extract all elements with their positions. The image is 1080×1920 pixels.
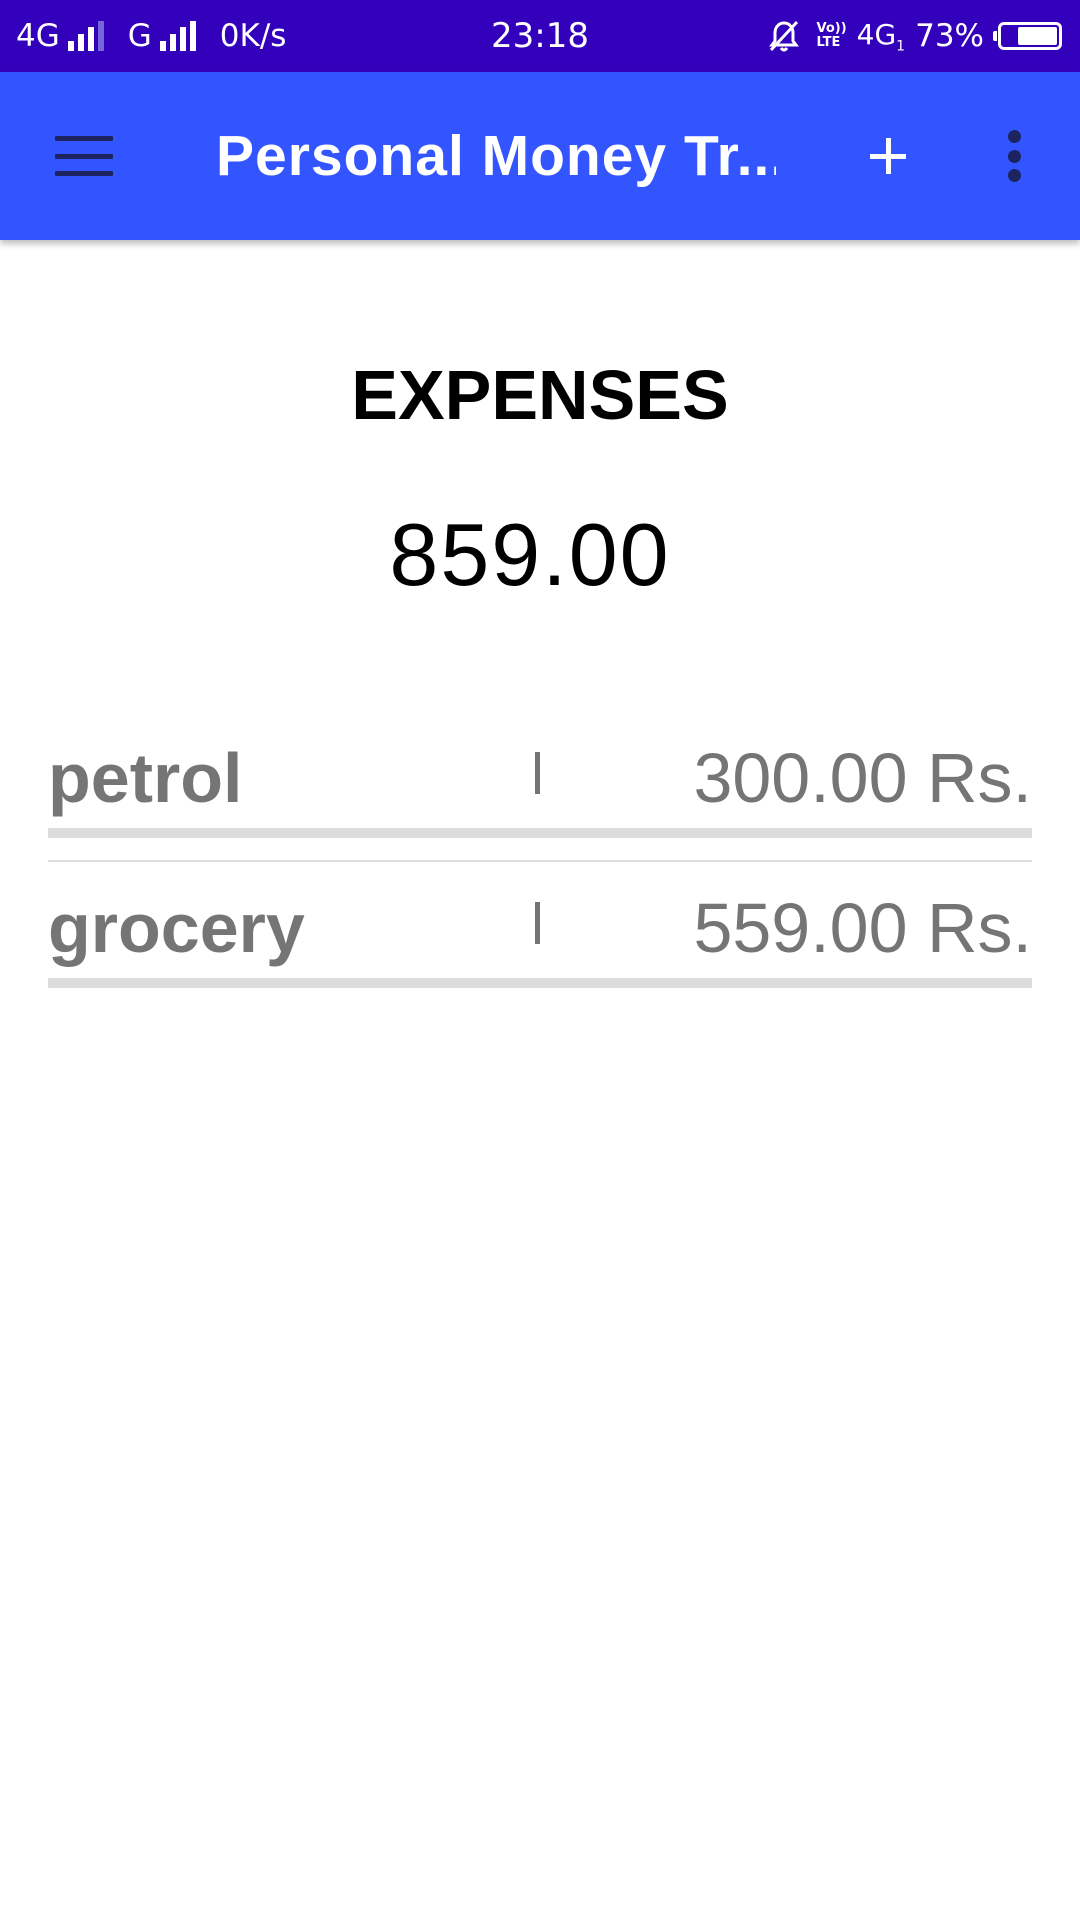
list-item[interactable]: petrol 300.00 Rs. [48,712,1032,860]
expense-amount: 300.00 Rs. [693,739,1032,817]
expense-amount: 559.00 Rs. [693,889,1032,967]
expense-list: petrol 300.00 Rs. grocery 559.00 Rs. [48,712,1032,1010]
hamburger-icon [55,136,113,176]
bell-off-icon [769,20,800,52]
plus-icon [870,138,906,174]
volte-top: Vo)) [816,21,847,36]
expense-name: grocery [48,889,305,967]
volte-icon: Vo)) LTE [816,22,846,50]
status-bar: 4G G 0K/s 23:18 Vo)) LTE 4G1 73% [0,0,1080,72]
volte-bottom: LTE [816,35,841,50]
app-title: Personal Money Tr... [216,124,776,188]
row-underline [48,828,1032,838]
battery-icon [993,22,1062,50]
battery-fill [1018,27,1057,45]
network-4g-sub: 1 [896,38,906,55]
battery-percent: 73% [915,18,984,54]
row-separator [535,902,540,944]
overflow-icon [1007,130,1021,182]
network-4g-icon: 4G1 [857,18,905,55]
expense-name: petrol [48,739,243,817]
app-bar: Personal Money Tr... [0,72,1080,240]
expenses-heading: EXPENSES [351,356,729,434]
status-right: Vo)) LTE 4G1 73% [766,0,1062,72]
row-underline [48,978,1032,988]
add-expense-button[interactable] [848,116,928,196]
list-item[interactable]: grocery 559.00 Rs. [48,862,1032,1010]
total-amount: 859.00 [389,505,671,604]
menu-button[interactable] [36,116,132,196]
overflow-menu-button[interactable] [974,116,1054,196]
network-4g-label: 4G [856,17,897,51]
row-separator [535,752,540,794]
